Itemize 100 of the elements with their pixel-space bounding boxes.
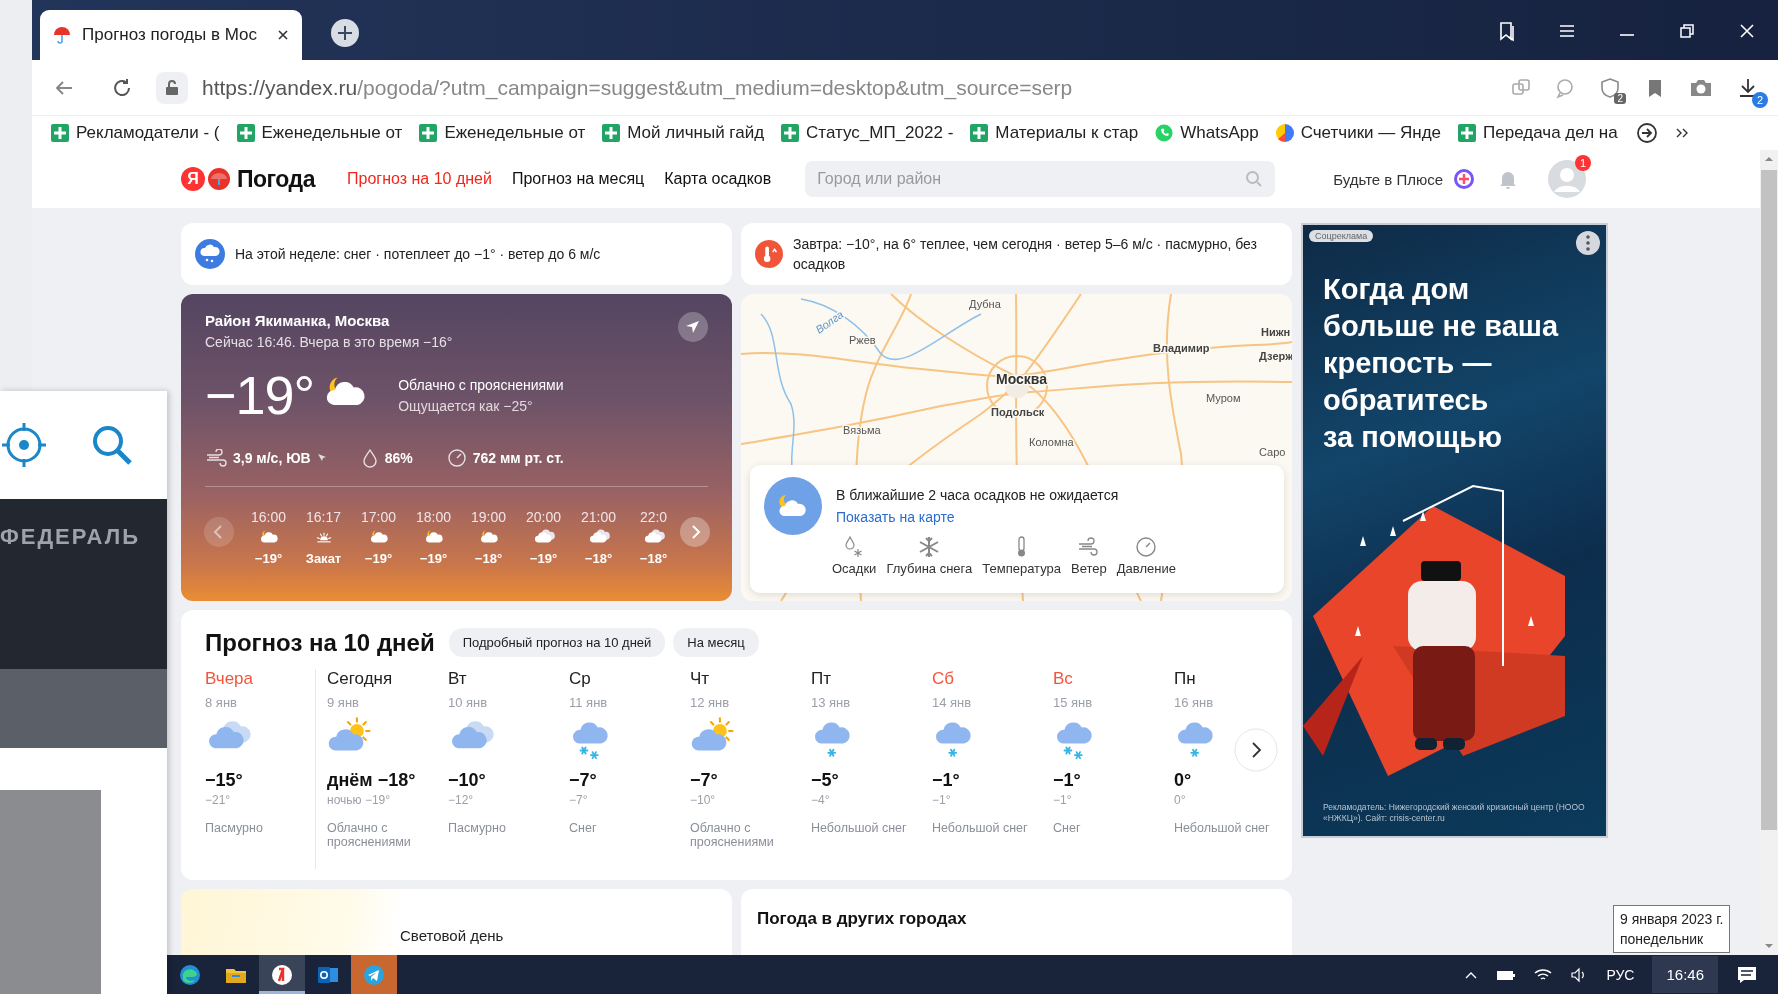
- forecast-button[interactable]: На месяц: [673, 628, 759, 657]
- forecast-day[interactable]: Пт 13 янв −5° −4° Небольшой снег: [811, 669, 932, 869]
- map-label: Москва: [996, 371, 1048, 387]
- section-title: Погода в других городах: [757, 909, 967, 928]
- bookmark-item[interactable]: Рекламодатели - (: [50, 123, 220, 143]
- next-button[interactable]: [680, 517, 710, 547]
- show-map-link[interactable]: Показать на карте: [836, 508, 955, 525]
- hour-time: 19:00: [470, 509, 506, 525]
- clock[interactable]: 16:46: [1652, 956, 1718, 993]
- bookmark-item[interactable]: Еженедельные от: [235, 123, 403, 143]
- wind-icon: [1076, 535, 1101, 559]
- map-layer-button[interactable]: Давление: [1116, 535, 1176, 576]
- forecast-day[interactable]: Сб 14 янв −1° −1° Небольшой снег: [932, 669, 1053, 869]
- plus-link[interactable]: Будьте в Плюсе: [1333, 170, 1444, 188]
- counter-badge: 2: [1614, 92, 1626, 104]
- date-tooltip: 9 января 2023 г. понедельник: [1613, 905, 1731, 953]
- condition-text: Облачно с прояснениями: [398, 376, 564, 393]
- map-layer-button[interactable]: Ветер: [1071, 535, 1107, 576]
- lock-icon: [163, 78, 181, 97]
- bookmark-item[interactable]: Мой личный гайд: [601, 123, 765, 143]
- ad-label: Соцреклама: [1309, 230, 1374, 242]
- current-temperature: −19°: [205, 364, 315, 426]
- location-button[interactable]: [678, 312, 708, 342]
- bookmark-item[interactable]: Счетчики — Янде: [1274, 123, 1442, 143]
- hour-temperature: −18°: [584, 551, 613, 566]
- hour-time: 17:00: [360, 509, 396, 525]
- shield-icon[interactable]: [1598, 75, 1622, 100]
- ad-headline: Когда дом больше не ваша крепость — обратитесь за помощью: [1323, 272, 1560, 455]
- browser-tab[interactable]: Прогноз погоды в Мос: [40, 10, 302, 60]
- forecast-day[interactable]: Вчера 8 янв −15° −21° Пасмурно: [205, 669, 316, 869]
- forecast-day[interactable]: Вс 15 янв −1° −1° Снег: [1053, 669, 1174, 869]
- search-icon[interactable]: [90, 423, 134, 467]
- notifications-icon[interactable]: [1736, 964, 1758, 985]
- bookmark-item[interactable]: WhatsApp: [1154, 123, 1259, 143]
- arrow-circle-icon[interactable]: [1635, 122, 1658, 144]
- forecast-button[interactable]: Подробный прогноз на 10 дней: [448, 628, 666, 657]
- hour-time: 16:00: [250, 509, 286, 525]
- wind-value: 3,9 м/с, ЮВ: [233, 450, 311, 466]
- map-layer-button[interactable]: Температура: [982, 535, 1061, 576]
- nav-link[interactable]: Прогноз на месяц: [511, 170, 645, 188]
- spreadsheet-icon: [780, 123, 801, 143]
- close-icon[interactable]: [276, 28, 290, 42]
- bookmark-item[interactable]: Еженедельные от: [418, 123, 586, 143]
- map-layer-button[interactable]: Осадки: [832, 535, 877, 576]
- whatsapp-icon: [1154, 123, 1175, 143]
- direction-arrow-icon: [316, 453, 327, 463]
- plus-logo-icon: [1453, 168, 1476, 190]
- browser-logo-icon: [270, 962, 294, 987]
- counter-badge: 2: [1752, 91, 1768, 108]
- hour-temperature: −18°: [639, 551, 668, 566]
- ad-banner[interactable]: Соцреклама Когда дом больше не ваша крепость — обратитесь за помощью Рекламодатель: Нижегородский женский кризисный центр (НООО «НЖКЦ»). Сайт: crisis-center.ru: [1301, 223, 1608, 838]
- nav-link[interactable]: Прогноз на 10 дней: [347, 170, 492, 188]
- avatar-icon[interactable]: [1547, 159, 1588, 199]
- hour-temperature: −19°: [529, 551, 558, 566]
- scroll-up-icon[interactable]: [1763, 154, 1775, 164]
- next-button[interactable]: [1234, 728, 1278, 772]
- forecast-day[interactable]: Чт 12 янв −7° −10° Облачно с прояснениями: [690, 669, 811, 869]
- map-label: Саро: [1259, 446, 1286, 458]
- bookmark-item[interactable]: Статус_МП_2022 -: [780, 123, 954, 143]
- chart-logo-icon: [1274, 123, 1295, 143]
- alert-card[interactable]: Завтра: −10°, на 6° теплее, чем сегодня · ветер 5–6 м/с · пасмурно, без осадков: [741, 223, 1292, 285]
- bookmark-item[interactable]: Передача дел на: [1457, 123, 1618, 143]
- forecast-day[interactable]: Ср 11 янв −7° −7° Снег: [569, 669, 690, 869]
- forecast-day[interactable]: Сегодня 9 янв днём −18° ночью −19° Облачно с прояснениями: [327, 669, 448, 869]
- alert-card[interactable]: На этой неделе: снег · потеплеет до −1° · ветер до 6 м/с: [181, 223, 732, 285]
- daylight-label: Световой день: [400, 927, 504, 944]
- search-field[interactable]: Город или район: [805, 161, 1276, 197]
- hour-time: 18:00: [415, 509, 451, 525]
- hour-temperature: Закат: [305, 551, 342, 566]
- humidity-value: 86%: [384, 450, 413, 466]
- precipitation-note: В ближайшие 2 часа осадков не ожидается: [836, 486, 1119, 503]
- lock-button[interactable]: [156, 71, 188, 104]
- forecast-day[interactable]: Вт 10 янв −10° −12° Пасмурно: [448, 669, 569, 869]
- target-icon[interactable]: [2, 423, 46, 467]
- forecast-day[interactable]: Пн 16 янв 0° 0° Небольшой снег: [1174, 669, 1295, 869]
- gauge-icon: [446, 448, 467, 468]
- hour-time: 22:0: [639, 509, 668, 525]
- taskbar-app-button[interactable]: [259, 955, 305, 994]
- map-layer-button[interactable]: Глубина снега: [886, 535, 973, 576]
- address-field[interactable]: https://yandex.ru/pogoda/?utm_campaign=suggest&utm_medium=desktop&utm_source=serp: [202, 75, 1073, 100]
- wind-icon: [205, 449, 227, 467]
- nav-link[interactable]: Карта осадков: [664, 170, 772, 188]
- hour-time: 20:00: [525, 509, 561, 525]
- spreadsheet-icon: [235, 123, 256, 143]
- hour-temperature: −18°: [474, 551, 503, 566]
- spreadsheet-icon: [50, 123, 70, 143]
- language-indicator[interactable]: РУС: [1606, 966, 1635, 983]
- scroll-down-icon[interactable]: [1763, 941, 1775, 951]
- location-title[interactable]: Район Якиманка, Москва: [205, 312, 453, 329]
- thermometer-icon: [755, 239, 783, 269]
- new-tab-button[interactable]: [330, 18, 360, 48]
- bookmark-item[interactable]: Материалы к стар: [969, 123, 1139, 143]
- banner-text: ФЕДЕРАЛЬ: [0, 524, 141, 550]
- spreadsheet-icon: [1457, 123, 1478, 143]
- more-icon[interactable]: [1576, 231, 1600, 255]
- spreadsheet-icon: [969, 123, 990, 143]
- hour-time: 21:00: [580, 509, 616, 525]
- site-logo[interactable]: Я Погода: [181, 165, 315, 193]
- hour-time: 16:17: [305, 509, 341, 525]
- time-note: Сейчас 16:46. Вчера в это время −16°: [205, 334, 453, 350]
